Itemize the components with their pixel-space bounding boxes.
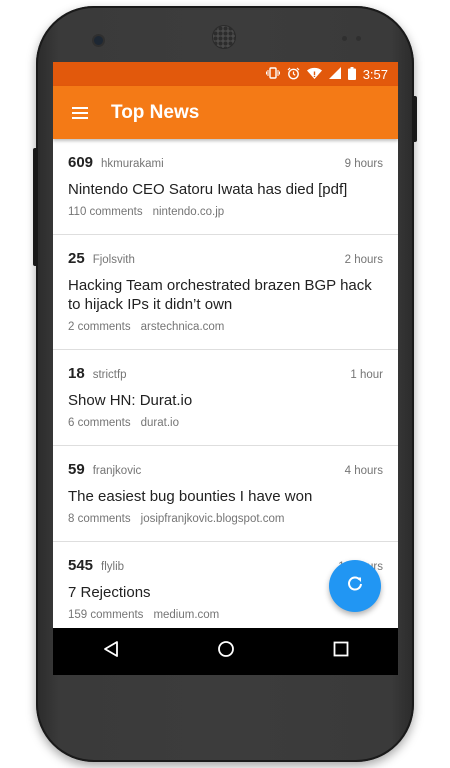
story-domain: medium.com [153, 609, 220, 621]
news-item[interactable]: 25 Fjolsvith 2 hours Hacking Team orches… [53, 235, 398, 350]
story-title[interactable]: Nintendo CEO Satoru Iwata has died [pdf] [68, 180, 383, 199]
story-author[interactable]: strictfp [93, 369, 127, 381]
story-points: 59 [68, 461, 85, 478]
status-time: 3:57 [362, 66, 388, 82]
story-title[interactable]: Hacking Team orchestrated brazen BGP hac… [68, 276, 383, 314]
story-points: 609 [68, 154, 94, 171]
story-comments[interactable]: 6 comments [68, 417, 131, 429]
story-points: 545 [68, 557, 94, 574]
screen: 3:57 Top News 609 hkmurakami 9 hours Nin… [53, 62, 398, 628]
story-time: 1 hour [350, 369, 383, 381]
story-domain: josipfranjkovic.blogspot.com [140, 513, 285, 525]
story-comments[interactable]: 8 comments [68, 513, 131, 525]
story-author[interactable]: Fjolsvith [93, 254, 135, 266]
vibrate-icon [265, 67, 280, 81]
story-comments[interactable]: 2 comments [68, 321, 131, 333]
story-author[interactable]: flylib [101, 561, 124, 573]
battery-icon [347, 66, 356, 82]
page-title: Top News [111, 101, 200, 123]
hamburger-menu-icon[interactable] [72, 104, 88, 122]
earpiece-speaker [213, 26, 235, 48]
story-author[interactable]: franjkovic [93, 465, 142, 477]
story-comments[interactable]: 110 comments [68, 206, 143, 218]
story-domain: nintendo.co.jp [152, 206, 225, 218]
back-icon[interactable] [102, 640, 120, 663]
front-camera [94, 36, 103, 45]
news-item[interactable]: 609 hkmurakami 9 hours Nintendo CEO Sato… [53, 139, 398, 235]
proximity-sensor [342, 36, 347, 41]
alarm-icon [287, 67, 300, 82]
story-domain: arstechnica.com [140, 321, 225, 333]
news-item[interactable]: 59 franjkovic 4 hours The easiest bug bo… [53, 446, 398, 542]
home-icon[interactable] [217, 640, 235, 663]
news-list: 609 hkmurakami 9 hours Nintendo CEO Sato… [53, 139, 398, 628]
story-domain: durat.io [140, 417, 179, 429]
system-nav-bar [53, 628, 398, 675]
news-item[interactable]: 18 strictfp 1 hour Show HN: Durat.io 6 c… [53, 350, 398, 446]
status-bar: 3:57 [53, 62, 398, 86]
story-time: 2 hours [344, 254, 383, 266]
signal-icon [328, 67, 341, 81]
story-points: 25 [68, 250, 85, 267]
refresh-icon [345, 574, 365, 599]
story-time: 4 hours [344, 465, 383, 477]
story-author[interactable]: hkmurakami [101, 158, 164, 170]
light-sensor [356, 36, 361, 41]
recents-icon[interactable] [333, 641, 349, 662]
wifi-icon [306, 67, 322, 81]
refresh-button[interactable] [329, 560, 381, 612]
story-comments[interactable]: 159 comments [68, 609, 143, 621]
story-points: 18 [68, 365, 85, 382]
story-title[interactable]: The easiest bug bounties I have won [68, 487, 383, 506]
app-bar: Top News [53, 86, 398, 139]
story-title[interactable]: Show HN: Durat.io [68, 391, 383, 410]
story-time: 9 hours [344, 158, 383, 170]
